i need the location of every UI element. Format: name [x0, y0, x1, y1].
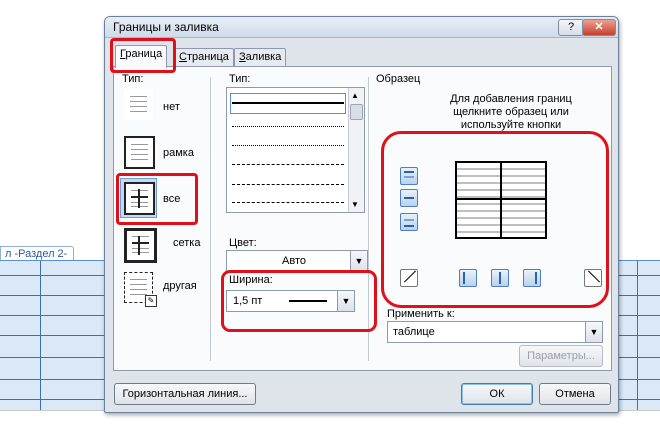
- color-select[interactable]: Авто ▼: [226, 250, 368, 272]
- preview-table[interactable]: [455, 161, 547, 239]
- scroll-down-icon[interactable]: ▼: [351, 200, 359, 209]
- width-line-sample: [289, 300, 327, 302]
- apply-to-value: таблице: [393, 326, 435, 338]
- dialog-title: Границы и заливка: [113, 20, 219, 34]
- color-label: Цвет:: [229, 237, 257, 249]
- setting-none-icon[interactable]: [124, 89, 153, 120]
- section-label: л -Раздел 2-: [0, 246, 75, 261]
- title-bar[interactable]: Границы и заливка ? ✕: [105, 17, 618, 38]
- setting-box-label[interactable]: рамка: [163, 147, 194, 159]
- style-label: Тип:: [229, 73, 251, 85]
- border-inside-vertical-button[interactable]: [491, 269, 509, 287]
- width-label: Ширина:: [229, 274, 273, 286]
- type-label: Тип:: [122, 73, 144, 85]
- setting-grid-icon[interactable]: [124, 228, 157, 263]
- borders-and-shading-dialog: Границы и заливка ? ✕ Граница Страница З…: [104, 16, 619, 413]
- tab-page-accel: С: [179, 51, 187, 63]
- line-style-dotted[interactable]: [232, 126, 344, 127]
- line-style-dash-dot[interactable]: [232, 202, 344, 203]
- setting-grid-label[interactable]: сетка: [173, 237, 200, 249]
- tab-page-label: траница: [186, 51, 229, 63]
- background-table-right: [617, 260, 660, 411]
- tab-page[interactable]: Страница: [174, 48, 234, 67]
- setting-none-label[interactable]: нет: [163, 101, 180, 113]
- apply-to-label: Применить к:: [387, 308, 455, 320]
- preview-inner-horizontal: [457, 198, 545, 200]
- cancel-button[interactable]: Отмена: [539, 383, 611, 405]
- options-button[interactable]: Параметры...: [519, 345, 603, 367]
- scroll-up-icon[interactable]: ▲: [351, 91, 359, 100]
- diagonal-up-button[interactable]: [400, 269, 418, 287]
- line-style-dotted-fine[interactable]: [232, 145, 344, 146]
- preview-inner-vertical: [500, 163, 502, 237]
- setting-box-icon[interactable]: [124, 136, 155, 169]
- setting-all-icon[interactable]: [124, 182, 155, 215]
- line-style-dashed-long[interactable]: [232, 184, 344, 185]
- width-value: 1,5 пт: [233, 295, 263, 307]
- tab-shading-accel: З: [239, 51, 246, 63]
- width-select[interactable]: 1,5 пт ▼: [226, 290, 355, 312]
- line-style-scrollbar[interactable]: ▲ ▼: [348, 88, 364, 212]
- line-style-dashed[interactable]: [232, 164, 344, 165]
- color-value: Авто: [282, 255, 306, 267]
- border-right-button[interactable]: [523, 269, 541, 287]
- scroll-thumb[interactable]: [350, 104, 363, 120]
- pencil-icon: ✎: [145, 295, 157, 307]
- preview-divider: [368, 77, 369, 361]
- diagonal-down-button[interactable]: [584, 269, 602, 287]
- border-top-button[interactable]: [400, 167, 418, 185]
- border-inside-horizontal-button[interactable]: [400, 189, 418, 207]
- chevron-down-icon[interactable]: ▼: [585, 322, 602, 342]
- background-table-left: [0, 260, 104, 411]
- chevron-down-icon[interactable]: ▼: [350, 251, 367, 271]
- ok-button[interactable]: ОК: [461, 383, 533, 405]
- setting-custom-icon[interactable]: ✎: [124, 272, 157, 307]
- tab-shading[interactable]: Заливка: [234, 48, 287, 67]
- preview-label: Образец: [376, 73, 421, 85]
- border-left-button[interactable]: [459, 269, 477, 287]
- border-bottom-button[interactable]: [400, 213, 418, 231]
- tab-border[interactable]: Граница: [115, 45, 168, 68]
- setting-custom-label[interactable]: другая: [163, 280, 197, 292]
- line-style-list[interactable]: ▲ ▼: [226, 87, 365, 213]
- close-button[interactable]: ✕: [582, 19, 616, 36]
- apply-to-select[interactable]: таблице ▼: [387, 321, 603, 343]
- tab-border-label: раница: [125, 48, 163, 60]
- type-divider: [210, 77, 211, 361]
- setting-all-label[interactable]: все: [163, 193, 180, 205]
- help-button[interactable]: ?: [558, 19, 584, 36]
- tab-shading-label: аливка: [245, 51, 282, 63]
- preview-hint: Для добавления границ щелкните образец и…: [450, 93, 572, 131]
- horizontal-line-button[interactable]: Горизонтальная линия...: [114, 383, 256, 405]
- chevron-down-icon[interactable]: ▼: [337, 291, 354, 311]
- line-style-solid[interactable]: [232, 102, 344, 104]
